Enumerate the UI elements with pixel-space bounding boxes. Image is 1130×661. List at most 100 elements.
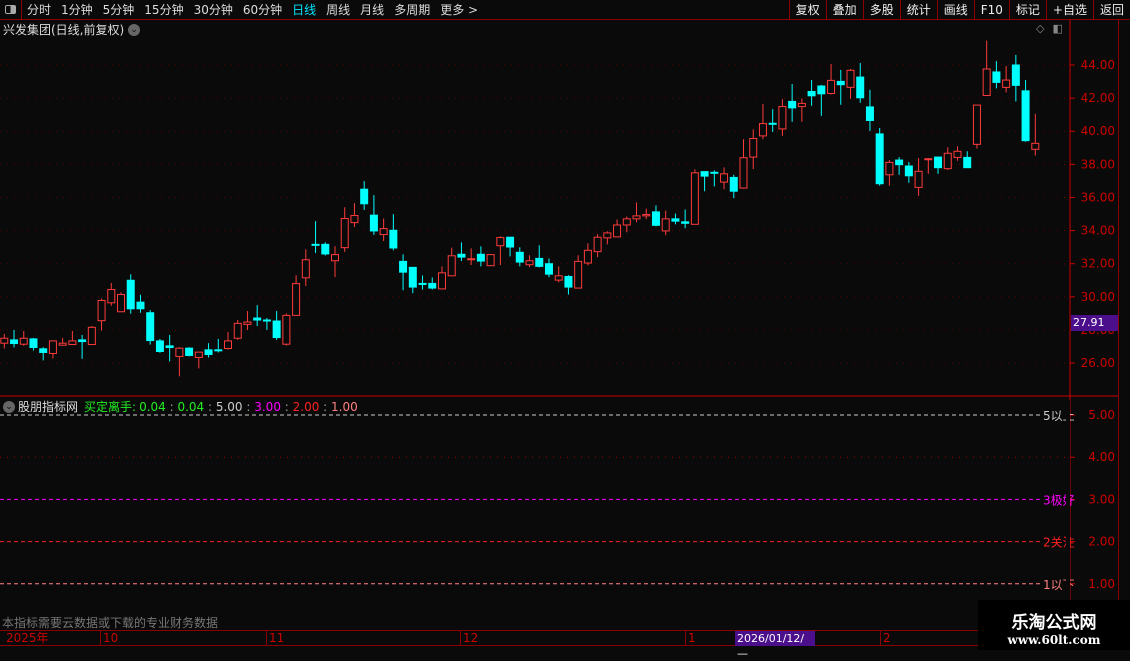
indicator-note: 本指标需要云数据或下载的专业财务数据 bbox=[2, 616, 219, 630]
candle-body bbox=[506, 236, 515, 248]
candle-body bbox=[350, 215, 359, 224]
candle-body bbox=[535, 257, 544, 267]
indicator-header: ⌄ 股朋指标网 买定离手: 0.04 : 0.04 : 5.00 : 3.00 … bbox=[3, 398, 358, 415]
candle-body bbox=[574, 260, 583, 289]
candle-body bbox=[671, 218, 680, 222]
candle-body bbox=[953, 150, 962, 158]
candle-body bbox=[700, 171, 709, 177]
label-clip bbox=[1066, 400, 1070, 600]
price-axis-label: 26.00 bbox=[1081, 356, 1115, 370]
price-axis-label: 36.00 bbox=[1081, 190, 1115, 204]
candle-body bbox=[622, 218, 631, 226]
candle-body bbox=[369, 214, 378, 232]
time-axis-label: 1 bbox=[685, 631, 696, 646]
indicator-value: 1.00 bbox=[331, 399, 358, 414]
candle-body bbox=[720, 173, 729, 183]
candle-body bbox=[126, 279, 135, 310]
candle-body bbox=[447, 255, 456, 277]
candle-body bbox=[97, 299, 106, 322]
candle-body bbox=[904, 165, 913, 177]
candle-body bbox=[554, 275, 563, 281]
candle-body bbox=[29, 338, 38, 349]
indicator-axis-label: 3.00 bbox=[1088, 492, 1115, 506]
candle-body bbox=[418, 282, 427, 285]
candle-body bbox=[408, 266, 417, 288]
indicator-axis-label: 5.00 bbox=[1088, 408, 1115, 422]
candle-body bbox=[204, 349, 213, 355]
price-axis-label: 42.00 bbox=[1081, 91, 1115, 105]
indicator-name: 股朋指标网 bbox=[18, 400, 79, 414]
candle-body bbox=[78, 339, 87, 343]
candle-body bbox=[797, 102, 806, 108]
candle-body bbox=[301, 259, 310, 279]
candlestick-chart: 44.00 42.00 40.00 38.00 36.00 34.00 32.00 30.00… bbox=[0, 20, 1118, 630]
indicator-axis-label: 4.00 bbox=[1088, 450, 1115, 464]
cursor-date-label: 2026/01/12/— bbox=[735, 631, 815, 660]
candle-body bbox=[476, 253, 485, 262]
candle-body bbox=[651, 211, 660, 226]
indicator-axis-label: 2.00 bbox=[1088, 535, 1115, 549]
candle-body bbox=[632, 215, 641, 220]
candle-body bbox=[262, 319, 271, 322]
candle-body bbox=[214, 349, 223, 352]
price-axis-label: 32.00 bbox=[1081, 257, 1115, 271]
candle-body bbox=[768, 122, 777, 125]
price-axis-label: 30.00 bbox=[1081, 290, 1115, 304]
cursor-price-label: 27.91 bbox=[1071, 315, 1118, 331]
chevron-down-icon[interactable]: ⌄ bbox=[3, 400, 15, 413]
price-axis-label: 38.00 bbox=[1081, 157, 1115, 171]
indicator-axis-label: 1.00 bbox=[1088, 577, 1115, 591]
candle-body bbox=[428, 282, 437, 289]
candle-body bbox=[321, 243, 330, 255]
candle-body bbox=[924, 158, 933, 161]
indicator-value: 0.04 bbox=[177, 399, 205, 414]
candle-body bbox=[1011, 64, 1020, 86]
candle-body bbox=[117, 294, 126, 313]
candle-body bbox=[593, 236, 602, 253]
candle-body bbox=[515, 251, 524, 263]
candle-body bbox=[846, 69, 855, 88]
candle-body bbox=[146, 312, 155, 342]
candle-body bbox=[136, 301, 145, 310]
candle-body bbox=[661, 218, 670, 232]
candle-body bbox=[185, 347, 194, 356]
candle-body bbox=[836, 80, 845, 86]
candle-body bbox=[389, 229, 398, 249]
time-axis-label: 12 bbox=[460, 631, 478, 646]
candle-body bbox=[311, 243, 320, 246]
candle-body bbox=[165, 345, 174, 349]
candle-body bbox=[379, 228, 388, 236]
candle-body bbox=[10, 339, 19, 345]
right-side-panel bbox=[1118, 20, 1130, 630]
candle-body bbox=[865, 106, 874, 121]
candle-body bbox=[1021, 90, 1030, 142]
candle-body bbox=[467, 258, 476, 261]
candle-body bbox=[340, 218, 349, 249]
candle-body bbox=[817, 85, 826, 95]
candle-body bbox=[982, 68, 991, 96]
candle-body bbox=[729, 176, 738, 192]
time-axis-label: 11 bbox=[266, 631, 284, 646]
candle-body bbox=[19, 337, 28, 345]
candle-body bbox=[224, 340, 233, 350]
candle-body bbox=[875, 133, 884, 185]
indicator-value: 5.00 bbox=[215, 399, 243, 414]
candle-body bbox=[739, 157, 748, 189]
candle-body bbox=[564, 275, 573, 288]
candle-body bbox=[194, 351, 203, 358]
candle-body bbox=[525, 260, 534, 266]
candle-body bbox=[885, 161, 894, 176]
candle-body bbox=[934, 156, 943, 169]
indicator-value: 2.00 bbox=[292, 399, 320, 414]
candle-body bbox=[282, 314, 291, 345]
candle-body bbox=[914, 170, 923, 188]
candle-body bbox=[992, 71, 1001, 83]
candle-body bbox=[583, 249, 592, 264]
candle-body bbox=[778, 106, 787, 130]
candle-body bbox=[253, 317, 262, 321]
candle-body bbox=[87, 326, 96, 346]
formula-name: 买定离手: bbox=[84, 400, 137, 414]
candle-body bbox=[233, 322, 242, 339]
candle-body bbox=[895, 159, 904, 166]
candle-body bbox=[0, 337, 9, 344]
